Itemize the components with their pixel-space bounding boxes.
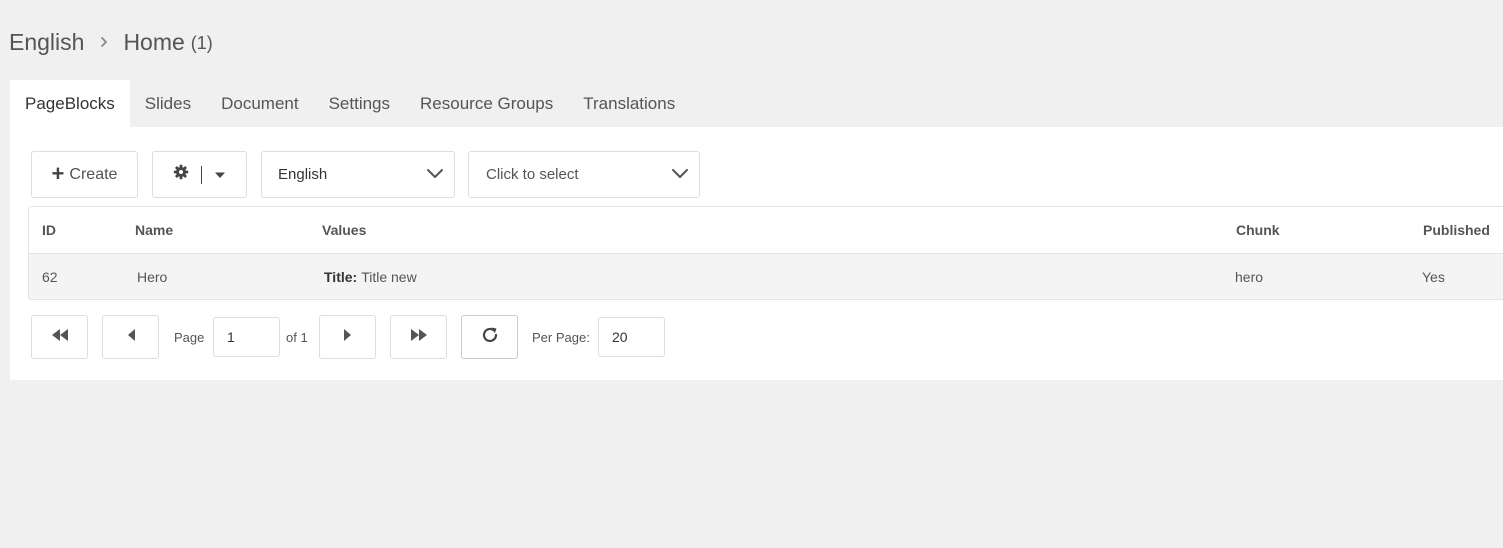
cell-values-label: Title: (324, 269, 358, 285)
tab-document[interactable]: Document (206, 80, 313, 127)
cell-values-text: Title new (361, 269, 417, 285)
cell-chunk: hero (1235, 269, 1264, 285)
page-total-label: of 1 (286, 329, 308, 345)
create-button[interactable]: + Create (31, 151, 138, 198)
page-number-input[interactable] (213, 317, 280, 357)
tab-translations[interactable]: Translations (568, 80, 690, 127)
breadcrumb: English Home (1) (9, 26, 213, 58)
grid-header-row: ID Name Values Chunk Published (29, 207, 1503, 254)
column-header-id[interactable]: ID (42, 207, 56, 253)
cell-name: Hero (137, 269, 168, 285)
button-divider (201, 165, 202, 184)
language-select-value: English (278, 166, 328, 183)
last-page-button[interactable] (390, 315, 447, 359)
per-page-input[interactable] (598, 317, 665, 357)
tab-pageblocks[interactable]: PageBlocks (10, 80, 130, 127)
settings-dropdown-button[interactable] (152, 151, 247, 198)
column-header-chunk[interactable]: Chunk (1236, 207, 1280, 253)
chevron-down-icon (671, 167, 689, 185)
filter-select-placeholder: Click to select (486, 166, 579, 183)
tab-settings[interactable]: Settings (314, 80, 405, 127)
tab-slides[interactable]: Slides (130, 80, 206, 127)
refresh-button[interactable] (461, 315, 518, 359)
chevron-down-icon (426, 167, 444, 185)
chevron-right-icon (97, 35, 111, 49)
per-page-label: Per Page: (532, 329, 590, 345)
previous-page-button[interactable] (102, 315, 159, 359)
cell-published: Yes (1422, 269, 1445, 285)
cell-id: 62 (42, 269, 58, 285)
cell-values: Title: Title new (324, 254, 417, 299)
page-label: Page (174, 329, 205, 345)
caret-down-icon (214, 166, 226, 184)
breadcrumb-current: Home (123, 28, 185, 55)
gear-icon (173, 164, 189, 185)
plus-icon: + (51, 160, 65, 186)
refresh-icon (480, 325, 500, 350)
breadcrumb-count: (1) (190, 32, 213, 53)
next-page-button[interactable] (319, 315, 376, 359)
tab-bar: PageBlocks Slides Document Settings Reso… (10, 80, 690, 127)
tab-resource-groups[interactable]: Resource Groups (405, 80, 568, 127)
column-header-values[interactable]: Values (322, 207, 366, 253)
pageblocks-panel: + Create English Click to select ID Name… (10, 127, 1503, 380)
first-page-button[interactable] (31, 315, 88, 359)
double-right-icon (409, 328, 429, 347)
double-left-icon (50, 328, 70, 347)
breadcrumb-parent[interactable]: English (9, 29, 84, 56)
caret-left-icon (126, 328, 136, 347)
column-header-name[interactable]: Name (135, 207, 173, 253)
column-header-published[interactable]: Published (1423, 207, 1490, 253)
caret-right-icon (343, 328, 353, 347)
create-button-label: Create (69, 165, 118, 183)
language-select[interactable]: English (261, 151, 455, 198)
pageblocks-grid: ID Name Values Chunk Published 62 Hero T… (28, 206, 1503, 300)
table-row[interactable]: 62 Hero Title: Title new hero Yes (29, 254, 1503, 299)
filter-select[interactable]: Click to select (468, 151, 700, 198)
